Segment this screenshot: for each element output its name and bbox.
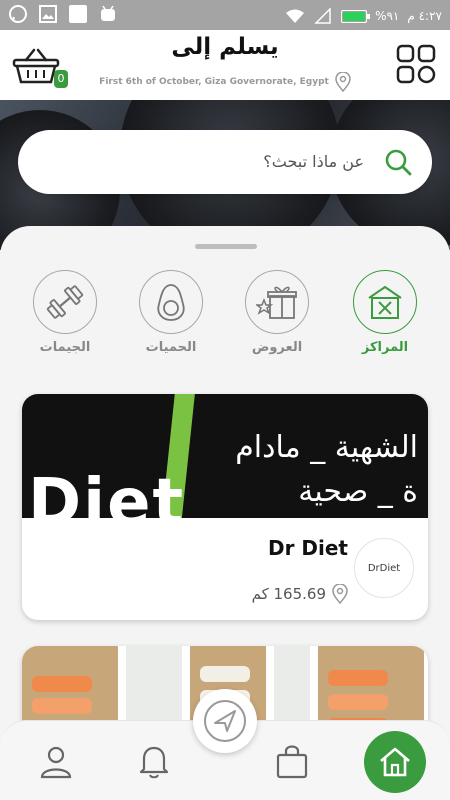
store-distance: 165.69 كم: [251, 585, 326, 603]
avocado-icon: [139, 270, 203, 334]
page-title: يسلم إلى: [171, 34, 279, 60]
category-label: العروض: [251, 340, 303, 355]
banner-text: الشهية _ مادام: [235, 430, 418, 465]
gallery-icon: [38, 4, 58, 24]
bell-icon: [139, 746, 169, 779]
android-icon: [98, 4, 118, 24]
nav-home[interactable]: [364, 731, 426, 793]
shopping-bag-icon: [276, 745, 308, 779]
clock: ٤:٢٧ م: [407, 9, 442, 23]
whatsapp-icon: [8, 4, 28, 24]
category-label: الجيمات: [39, 340, 91, 355]
menu-grid-button[interactable]: [396, 44, 436, 84]
store-banner: الشهية _ مادام ة _ صحية Diet: [22, 394, 428, 518]
category-row: المراكز العروض الحميات الجيمات: [0, 270, 450, 370]
status-bar: %٩١ ٤:٢٧ م: [0, 0, 450, 30]
app-header: 0 يسلم إلى First 6th of October, Giza Go…: [0, 30, 450, 100]
wifi-icon: [285, 6, 305, 26]
address-selector[interactable]: First 6th of October, Giza Governorate, …: [90, 72, 360, 92]
nav-notifications[interactable]: [134, 741, 174, 781]
category-diets[interactable]: الحميات: [126, 270, 216, 355]
bottom-nav: [0, 689, 450, 800]
profile-icon: [40, 746, 72, 779]
store-logo: DrDiet: [354, 538, 414, 598]
category-offers[interactable]: العروض: [232, 270, 322, 355]
category-centers[interactable]: المراكز: [340, 270, 430, 355]
search-input[interactable]: عن ماذا تبحث؟: [263, 152, 364, 171]
blank-icon: [68, 4, 88, 24]
location-pin-icon: [335, 72, 351, 92]
restaurant-icon: [353, 270, 417, 334]
banner-text: ة _ صحية: [298, 474, 418, 509]
grid-icon: [396, 44, 436, 84]
store-card[interactable]: الشهية _ مادام ة _ صحية Diet DrDiet Dr D…: [22, 394, 428, 620]
home-icon: [380, 747, 410, 777]
store-distance-row: 165.69 كم: [252, 584, 348, 604]
banner-logo-text: Diet: [28, 466, 186, 518]
category-gyms[interactable]: الجيمات: [20, 270, 110, 355]
dumbbell-icon: [33, 270, 97, 334]
store-name: Dr Diet: [267, 536, 348, 560]
store-logo-text: DrDiet: [367, 562, 401, 574]
nav-profile[interactable]: [36, 741, 76, 781]
cart-count-badge: 0: [54, 70, 68, 88]
battery-icon: [341, 9, 371, 23]
category-label: المراكز: [361, 340, 409, 355]
category-label: الحميات: [145, 340, 197, 355]
search-bar[interactable]: عن ماذا تبحث؟: [18, 130, 432, 194]
location-pin-icon: [332, 584, 348, 604]
gift-icon: [245, 270, 309, 334]
battery-percent: %٩١: [375, 9, 400, 23]
search-icon[interactable]: [384, 148, 412, 176]
signal-icon: [313, 6, 333, 26]
delivery-address: First 6th of October, Giza Governorate, …: [99, 77, 329, 87]
sheet-handle[interactable]: [195, 244, 257, 249]
navigate-button[interactable]: [193, 689, 257, 753]
navigation-arrow-icon: [204, 700, 246, 742]
nav-orders[interactable]: [272, 741, 312, 781]
